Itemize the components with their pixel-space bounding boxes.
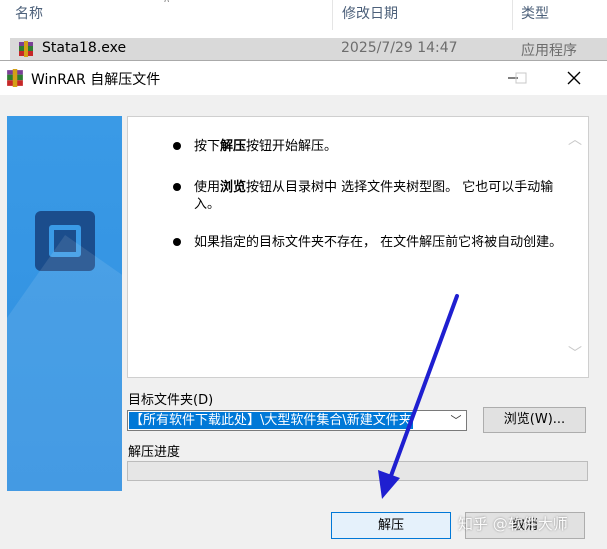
- annotation-arrow-icon: [378, 294, 459, 499]
